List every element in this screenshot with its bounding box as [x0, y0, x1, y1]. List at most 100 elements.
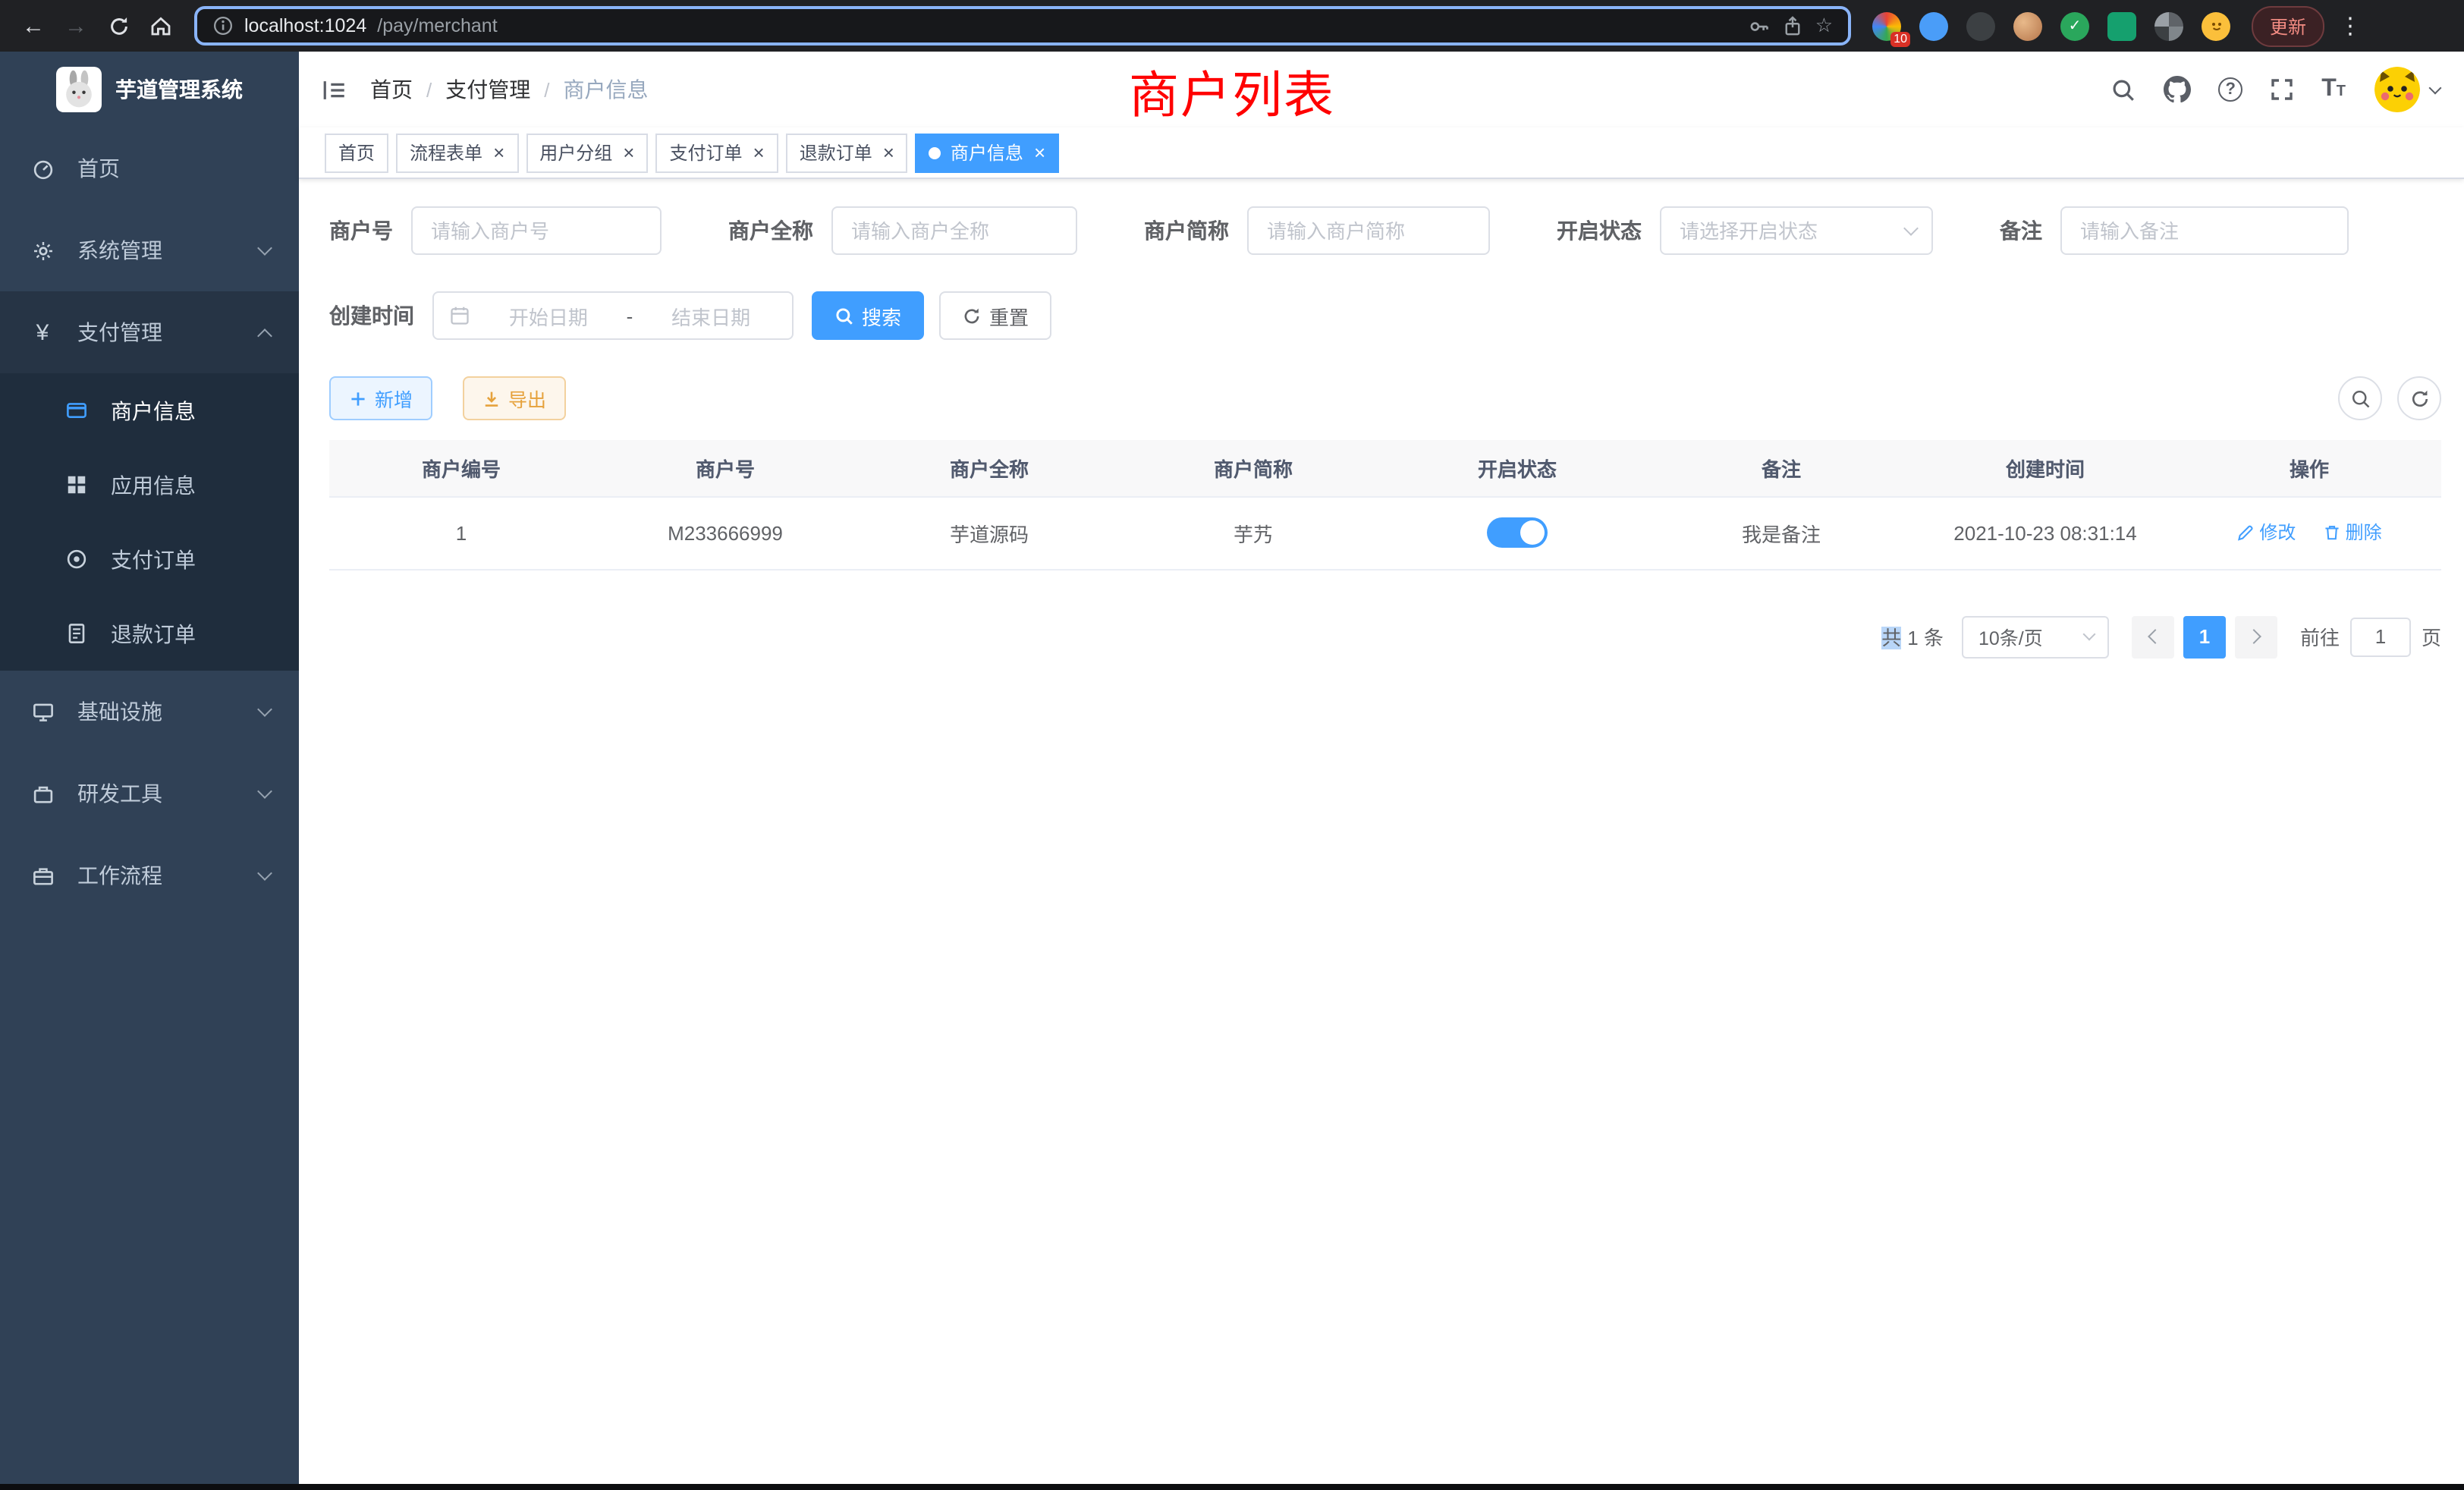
page-size-select[interactable]: 10条/页	[1962, 615, 2109, 658]
sidebar-item-payment[interactable]: ¥ 支付管理	[0, 291, 299, 373]
home-icon	[149, 14, 173, 38]
browser-back-button[interactable]: ←	[12, 5, 55, 47]
browser-reload-button[interactable]	[97, 5, 140, 47]
page-info-icon[interactable]	[212, 15, 234, 36]
close-icon[interactable]: ×	[1034, 143, 1045, 162]
prev-page-button[interactable]	[2132, 615, 2174, 658]
edit-button[interactable]: 修改	[2236, 520, 2296, 545]
close-icon[interactable]: ×	[753, 143, 765, 162]
yen-icon: ¥	[29, 319, 56, 345]
cell-remark: 我是备注	[1649, 496, 1913, 569]
browser-menu-icon[interactable]: ⋮	[2337, 12, 2364, 39]
full-name-input[interactable]	[831, 206, 1077, 255]
sidebar-item-system[interactable]: 系统管理	[0, 209, 299, 291]
col-full-name: 商户全称	[857, 440, 1121, 496]
sidebar-item-merchant-info[interactable]: 商户信息	[0, 373, 299, 448]
goto-page-input[interactable]	[2350, 617, 2411, 656]
sidebar-item-app-info[interactable]: 应用信息	[0, 448, 299, 522]
fullscreen-icon	[2270, 77, 2294, 102]
breadcrumb-home[interactable]: 首页	[370, 74, 413, 105]
extension-blue-icon[interactable]	[1919, 11, 1948, 40]
col-merchant-index: 商户编号	[329, 440, 593, 496]
pagination: 共1 条 10条/页 1 前往 页	[329, 615, 2441, 658]
breadcrumb-payment[interactable]: 支付管理	[445, 74, 530, 105]
next-page-button[interactable]	[2235, 615, 2277, 658]
search-icon	[2110, 77, 2136, 102]
bookmark-star-icon[interactable]: ☆	[1815, 14, 1833, 38]
export-button[interactable]: 导出	[463, 376, 566, 420]
avatar-caret-icon[interactable]	[2429, 82, 2442, 95]
cell-full-name: 芋道源码	[857, 496, 1121, 569]
url-host: localhost:1024	[244, 15, 366, 36]
chrome-update-button[interactable]: 更新	[2252, 5, 2324, 46]
close-icon[interactable]: ×	[883, 143, 894, 162]
add-button[interactable]: 新增	[329, 376, 432, 420]
sidebar-item-home[interactable]: 首页	[0, 127, 299, 209]
chevron-down-icon	[257, 240, 272, 255]
cell-create-time: 2021-10-23 08:31:14	[1913, 496, 2177, 569]
extension-colorful-icon[interactable]: 10	[1872, 11, 1901, 40]
merchant-no-input[interactable]	[411, 206, 662, 255]
browser-forward-button[interactable]: →	[55, 5, 97, 47]
sidebar-item-refund-order[interactable]: 退款订单	[0, 596, 299, 671]
table-toolbar: 新增 导出	[329, 376, 2441, 420]
extension-green-square-icon[interactable]	[2107, 11, 2136, 40]
start-date-placeholder: 开始日期	[482, 301, 614, 330]
tab-user-group[interactable]: 用户分组×	[526, 133, 648, 172]
chevron-right-icon	[2246, 629, 2261, 644]
tab-pay-order[interactable]: 支付订单×	[655, 133, 778, 172]
short-name-input[interactable]	[1247, 206, 1490, 255]
col-remark: 备注	[1649, 440, 1913, 496]
browser-home-button[interactable]	[140, 5, 182, 47]
header-search-button[interactable]	[2097, 77, 2150, 102]
refresh-icon	[2409, 388, 2430, 409]
page-1-button[interactable]: 1	[2183, 615, 2226, 658]
user-avatar[interactable]	[2374, 67, 2420, 112]
close-icon[interactable]: ×	[493, 143, 504, 162]
reset-button[interactable]: 重置	[939, 291, 1051, 340]
screenshot-root: ← → localhost:1024/pay/merchant ☆ 10	[0, 0, 2464, 1490]
close-icon[interactable]: ×	[623, 143, 634, 162]
toggle-search-button[interactable]	[2338, 376, 2382, 420]
sidebar-item-workflow[interactable]: 工作流程	[0, 835, 299, 916]
search-button[interactable]: 搜索	[812, 291, 924, 340]
extension-green-check-icon[interactable]: ✓	[2060, 11, 2089, 40]
goto-label: 前往	[2300, 622, 2340, 651]
tab-refund-order[interactable]: 退款订单×	[786, 133, 908, 172]
short-name-label: 商户简称	[1144, 215, 1229, 246]
dashboard-icon	[29, 157, 56, 180]
refresh-table-button[interactable]	[2397, 376, 2441, 420]
sidebar-item-infra[interactable]: 基础设施	[0, 671, 299, 753]
breadcrumb: 首页 / 支付管理 / 商户信息	[370, 74, 649, 105]
address-bar[interactable]: localhost:1024/pay/merchant ☆	[194, 6, 1851, 46]
tab-process-form[interactable]: 流程表单×	[396, 133, 518, 172]
delete-button[interactable]: 删除	[2323, 520, 2382, 545]
password-key-icon[interactable]	[1749, 14, 1771, 37]
status-select[interactable]	[1660, 206, 1933, 255]
extension-dark-icon[interactable]	[1966, 11, 1995, 40]
sidebar-item-dev-tools[interactable]: 研发工具	[0, 753, 299, 835]
sidebar-collapse-button[interactable]	[299, 52, 370, 127]
breadcrumb-separator: /	[544, 78, 549, 101]
help-button[interactable]: ?	[2205, 77, 2256, 102]
table-header-row: 商户编号 商户号 商户全称 商户简称 开启状态 备注 创建时间 操作	[329, 440, 2441, 496]
tab-home[interactable]: 首页	[325, 133, 388, 172]
remark-label: 备注	[2000, 215, 2042, 246]
status-toggle[interactable]	[1487, 517, 1548, 548]
extension-smiley-icon[interactable]	[2202, 11, 2230, 40]
annotation-merchant-list: 商户列表	[1129, 55, 1335, 127]
share-icon[interactable]	[1782, 14, 1805, 37]
fullscreen-button[interactable]	[2256, 77, 2308, 102]
create-time-range-picker[interactable]: 开始日期 - 结束日期	[432, 291, 794, 340]
extension-avatar-icon[interactable]	[2013, 11, 2042, 40]
gear-icon	[29, 239, 56, 262]
github-link-button[interactable]	[2150, 76, 2205, 103]
extension-pinwheel-icon[interactable]	[2154, 11, 2183, 40]
font-size-button[interactable]: TT	[2308, 77, 2359, 102]
chevron-up-icon	[257, 328, 272, 343]
remark-input[interactable]	[2060, 206, 2349, 255]
question-icon: ?	[2218, 77, 2242, 102]
app-logo[interactable]: 芋道管理系统	[0, 52, 299, 127]
tab-merchant-info[interactable]: 商户信息×	[916, 133, 1059, 172]
sidebar-item-pay-order[interactable]: 支付订单	[0, 522, 299, 596]
